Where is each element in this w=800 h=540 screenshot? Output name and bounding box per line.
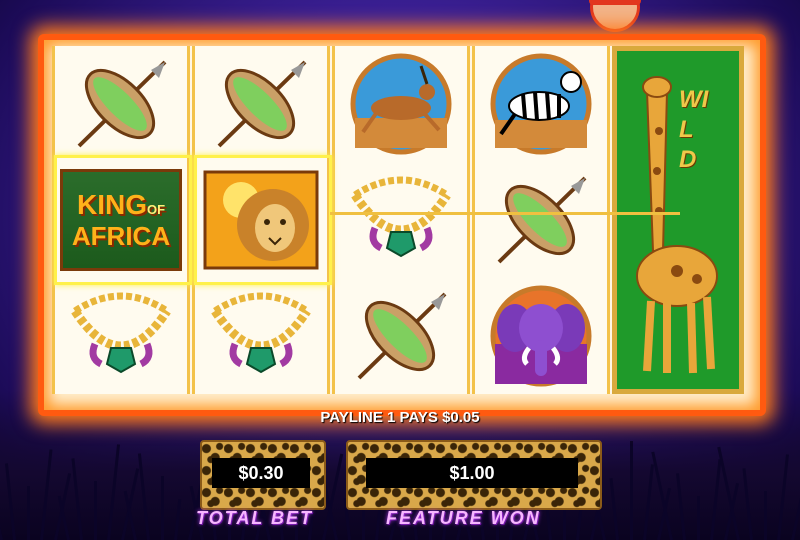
elephant-symbol [475,278,607,394]
reel-4 [472,46,610,394]
zebra-symbol [475,46,607,162]
grass-strand [174,499,182,540]
total-bet-label: TOTAL BET [196,508,313,528]
grass-strand [71,458,84,540]
total-bet-value: $0.30 [212,458,310,488]
shield-symbol [475,162,607,278]
reel-5-wild: WILD [612,46,744,394]
grass-strand [696,496,700,540]
grass-strand [763,491,767,540]
shield-symbol [335,278,467,394]
grass-strand [107,444,121,540]
grass-strand [138,453,151,540]
feature-won-value: $1.00 [366,458,578,488]
shield-symbol [55,46,187,162]
winning-symbol-highlight [54,155,192,285]
wild-text: WILD [679,86,709,173]
grass-strand [742,468,754,540]
grass-strand [643,464,655,540]
grass-strand [40,449,53,540]
grass-strand [777,454,790,540]
payline-win-message: PAYLINE 1 PAYS $0.05 [320,409,480,426]
necklace-symbol [195,278,327,394]
gazelle-symbol [335,46,467,162]
feature-won-label: FEATURE WON [386,508,541,528]
grass-strand [710,459,722,540]
shield-symbol [195,46,327,162]
grass-strand [0,500,3,540]
grass-strand [120,468,139,540]
grass-strand [629,441,633,540]
payline-1-indicator [330,212,680,215]
host-avatar-icon [589,0,641,32]
grass-strand [5,463,17,540]
giraffe-wild-symbol [636,76,718,374]
reel-3 [332,46,470,394]
grass-strand [609,478,620,540]
grass-strand [93,481,97,540]
necklace-symbol [335,162,467,278]
grass-strand [790,478,800,540]
grass-strand [26,486,30,540]
grass-strand [676,473,687,540]
grass-strand [160,476,164,540]
winning-symbol-highlight [194,155,332,285]
necklace-symbol [55,278,187,394]
